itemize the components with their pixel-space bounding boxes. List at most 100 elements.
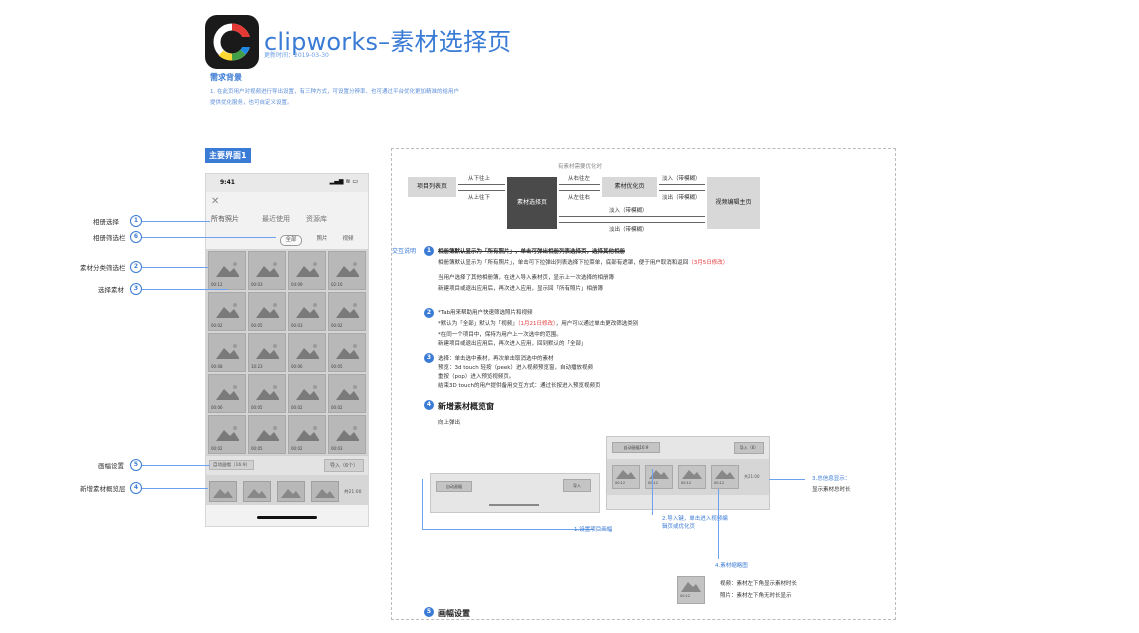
annotation-line [652,469,653,515]
media-duration: 00:05 [331,364,343,369]
image-icon [216,385,239,400]
media-duration: 00:05 [251,446,263,451]
tab-library[interactable]: 资源库 [306,214,327,224]
note-3-a: 选择：单击选中素材，再次单击取消选中的素材 [438,356,554,362]
callout-line [136,221,210,222]
tray-thumb[interactable] [311,481,339,502]
media-cell[interactable]: 00:02 [208,292,246,331]
media-cell[interactable]: 00:05 [248,292,286,331]
clipworks-logo-icon [213,23,253,61]
note-2-b: *默认为「全部」默认为「视频」（1月21日修改），用户可以通过单击更改筛选类别 [438,321,639,327]
image-icon [296,303,319,318]
image-icon [336,303,359,318]
image-icon [296,344,319,359]
flow-label: 从下往上 [468,176,491,182]
image-icon [616,470,636,479]
media-cell[interactable]: 00:02 [328,292,366,331]
filter-all[interactable]: 全部 [280,235,302,246]
image-icon [336,426,359,441]
media-cell[interactable]: 00:06 [288,333,326,372]
media-cell[interactable]: 00:05 [248,374,286,413]
image-icon [216,262,239,277]
tab-recent[interactable]: 最近使用 [262,214,290,224]
note-5-title: 画幅设置 [438,609,470,618]
mock-auto-button[interactable]: 自动画幅 [436,481,472,492]
section-label: 主要界面1 [205,148,251,163]
media-cell[interactable]: 02:16 [328,251,366,290]
status-bar: 9:41 ▂▄▆ ≋ ▭ [206,174,368,192]
home-indicator [257,516,317,519]
flow-arrow [659,184,705,185]
import-button[interactable]: 导入（6个） [324,459,365,472]
callout-label: 相册选择 [93,218,119,226]
media-duration: 00:02 [291,446,303,451]
annotation-1: 1.设置项目画幅 [574,527,613,533]
aspect-ratio-button[interactable]: 自动画幅（16:9） [209,460,255,470]
media-cell[interactable]: 00:02 [208,415,246,454]
mock-import-button-2[interactable]: 导入（6） [734,442,764,454]
annotation-line [718,489,719,559]
media-cell[interactable]: 04:09 [288,251,326,290]
media-cell[interactable]: 00:02 [288,374,326,413]
callout-badge: 1 [130,215,142,227]
image-icon [296,426,319,441]
mock-thumb: 00:12 [645,465,673,489]
requirement-line-2: 提供优化服务，也可自定义设置。 [210,100,293,106]
media-duration: 04:09 [291,282,303,287]
tab-all-photos[interactable]: 所有照片 [211,214,239,224]
media-cell[interactable]: 00:06 [208,374,246,413]
media-duration: 00:03 [251,282,263,287]
image-icon [216,344,239,359]
image-icon [256,426,279,441]
image-icon [336,344,359,359]
flow-arrow [559,190,600,191]
media-cell[interactable]: 00:05 [248,415,286,454]
media-duration: 00:06 [211,405,223,410]
image-icon [213,489,233,498]
image-icon [336,385,359,400]
media-cell[interactable]: 00:08 [208,333,246,372]
callout-line [136,267,208,268]
total-duration: 共21:00 [344,490,362,495]
media-cell[interactable]: 00:02 [328,374,366,413]
mock-thumb: 00:12 [711,465,739,489]
legend-video: 视频：素材左下角显示素材时长 [720,581,798,587]
filter-photo[interactable]: 照片 [312,235,332,244]
media-cell[interactable]: 00:03 [288,292,326,331]
close-icon[interactable]: ✕ [211,196,219,207]
tray-thumb[interactable] [209,481,237,502]
flow-arrow [458,184,505,185]
flow-label: 淡出（带模糊） [662,195,701,201]
note-badge-4: 4 [424,400,434,410]
media-cell[interactable]: 00:05 [328,333,366,372]
media-duration: 00:05 [251,405,263,410]
callout-line [136,465,210,466]
mock-auto-button-2[interactable]: 自动画幅16:9 [612,442,660,453]
mock-import-button[interactable]: 导入 [563,479,591,492]
media-cell[interactable]: 00:02 [288,415,326,454]
media-duration: 00:02 [291,405,303,410]
media-duration: 00:03 [291,323,303,328]
media-cell[interactable]: 00:12 [208,251,246,290]
media-cell[interactable]: 00:03 [328,415,366,454]
tray-thumb[interactable] [243,481,271,502]
annotation-2b: 辑页或优化页 [662,524,696,530]
callout-line [136,289,228,290]
mock-total: 共21:00 [744,474,760,479]
phone-mockup: 9:41 ▂▄▆ ≋ ▭ ✕ 所有照片 最近使用 资源库 全部 照片 视频 00… [205,173,369,527]
annotation-3a: 3.总信息显示： [812,476,851,482]
image-icon [247,489,267,498]
image-icon [216,426,239,441]
flow-box-optimize: 素材优化页 [602,177,657,197]
status-icons: ▂▄▆ ≋ ▭ [329,178,358,185]
filter-video[interactable]: 视频 [338,235,358,244]
media-cell[interactable]: 00:03 [248,251,286,290]
image-icon [256,262,279,277]
note-3-b: 预览：3d touch 轻按（peek）进入视频预览窗，自动播放视频 [438,365,593,371]
annotation-3b: 显示素材总时长 [812,487,851,493]
tray-thumb[interactable] [277,481,305,502]
media-duration: 00:02 [211,323,223,328]
image-icon [681,582,701,592]
callout-badge: 5 [130,459,142,471]
media-cell[interactable]: 10:23 [248,333,286,372]
